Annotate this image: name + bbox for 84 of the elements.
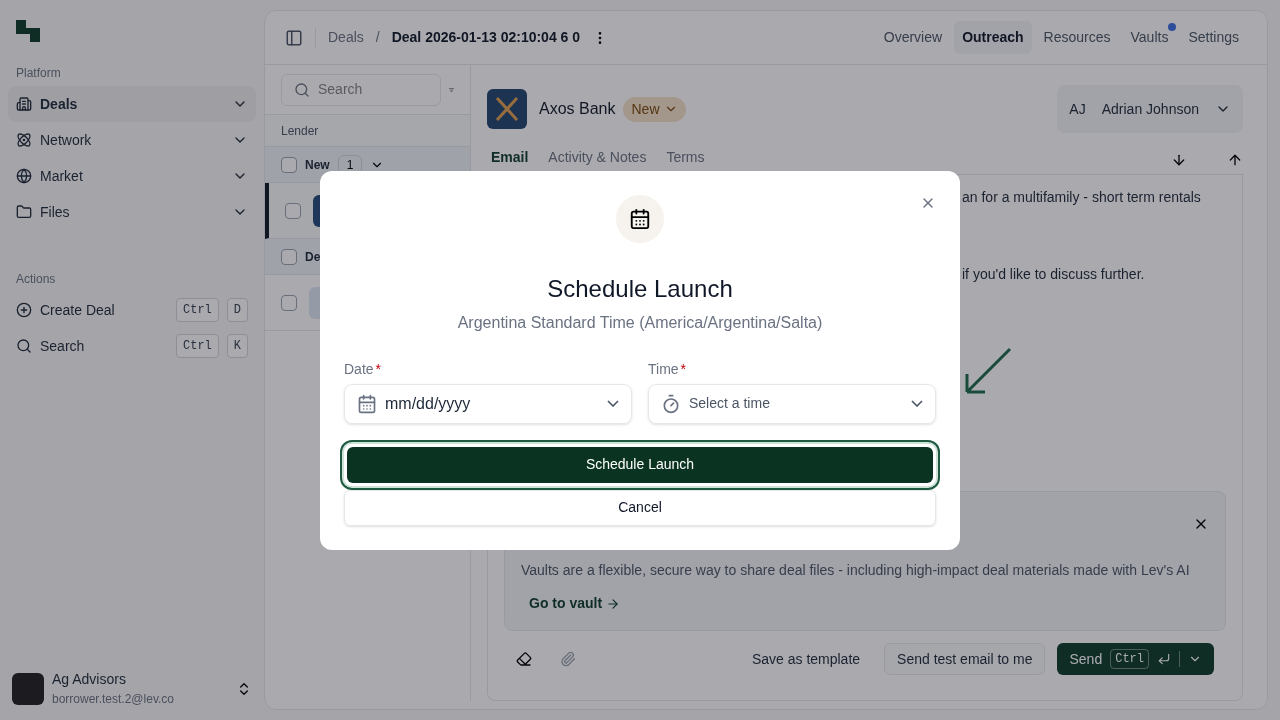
send-test-button[interactable]: Send test email to me bbox=[884, 643, 1046, 675]
key-cap: Ctrl bbox=[1110, 649, 1149, 669]
previous-icon[interactable] bbox=[1227, 152, 1243, 168]
account-avatar bbox=[12, 672, 44, 705]
item-label: Search bbox=[40, 336, 86, 356]
arrow-right-icon bbox=[606, 596, 621, 611]
modal-title: Schedule Launch bbox=[546, 273, 734, 304]
group-label: New bbox=[305, 156, 330, 174]
plus-icon bbox=[16, 302, 32, 318]
time-input[interactable]: Select a time bbox=[689, 393, 903, 414]
nav-tab[interactable]: Outreach bbox=[954, 21, 1032, 54]
calendar-icon bbox=[357, 393, 377, 414]
tab[interactable]: Email bbox=[491, 147, 529, 168]
sidebar-item[interactable]: Network bbox=[8, 122, 256, 158]
nav-icon bbox=[16, 168, 32, 184]
chevron-icon bbox=[607, 400, 619, 407]
key-cap: Ctrl bbox=[176, 298, 219, 322]
next-icon[interactable] bbox=[1171, 152, 1187, 168]
key-cap: D bbox=[226, 298, 248, 322]
lender-name: Axos Bank bbox=[539, 99, 616, 119]
cancel-button[interactable]: Cancel bbox=[344, 489, 936, 526]
item-label: Deals bbox=[40, 94, 79, 114]
checkbox[interactable] bbox=[285, 202, 301, 219]
item-label: Network bbox=[40, 130, 93, 150]
modal-subtitle: Argentina Standard Time (America/Argentina/Salta) bbox=[456, 312, 824, 333]
field-label: Date bbox=[344, 359, 374, 379]
sidebar-item[interactable]: Deals bbox=[8, 86, 256, 122]
breadcrumb-link[interactable]: Deals bbox=[328, 27, 364, 48]
search-icon bbox=[16, 338, 32, 354]
email-text: if you'd like to discuss further. bbox=[962, 265, 1145, 284]
chevron-icon bbox=[911, 400, 923, 407]
search-input[interactable]: Search bbox=[318, 79, 398, 100]
item-label: Files bbox=[40, 202, 71, 222]
schedule-launch-button[interactable]: Schedule Launch bbox=[347, 446, 933, 483]
group-label: De bbox=[305, 248, 321, 266]
save-template-link[interactable]: Save as template bbox=[751, 648, 861, 670]
section-title: Actions bbox=[15, 271, 57, 288]
vault-link[interactable]: Go to vault bbox=[529, 593, 621, 614]
nav-icon bbox=[16, 204, 32, 220]
field-label: Time bbox=[648, 359, 679, 379]
eraser-icon[interactable] bbox=[516, 651, 532, 667]
item-label: Market bbox=[40, 166, 84, 186]
nav-icon bbox=[16, 96, 32, 112]
sidebar-item[interactable]: Create Deal Ctrl D bbox=[8, 292, 256, 328]
send-button[interactable]: Send Ctrl bbox=[1057, 643, 1214, 675]
date-input[interactable]: mm/dd/yyyy bbox=[385, 391, 599, 416]
tab[interactable]: Activity & Notes bbox=[548, 147, 647, 168]
tab[interactable]: Terms bbox=[666, 147, 705, 168]
account-name: Ag Advisors bbox=[52, 670, 127, 689]
timer-icon bbox=[661, 393, 681, 414]
calendar-icon bbox=[629, 207, 651, 230]
page-title[interactable]: Deal 2026-01-13 02:10:04 6 0 bbox=[391, 27, 581, 48]
item-label: Create Deal bbox=[40, 300, 116, 320]
status-dropdown[interactable]: New bbox=[623, 96, 686, 122]
time-field[interactable]: Select a time bbox=[648, 383, 936, 424]
date-field[interactable]: mm/dd/yyyy bbox=[344, 383, 632, 424]
key-cap: Ctrl bbox=[176, 334, 219, 358]
assignee-dropdown[interactable]: AJ Adrian Johnson bbox=[1057, 85, 1243, 133]
sidebar-item[interactable]: Files bbox=[8, 194, 256, 230]
bank-logo-icon bbox=[487, 89, 527, 129]
required-mark: * bbox=[680, 359, 687, 379]
logo-icon bbox=[16, 20, 42, 44]
checkbox[interactable] bbox=[281, 248, 297, 265]
account-email: borrower.test.2@lev.co bbox=[52, 691, 175, 708]
section-title: Platform bbox=[15, 65, 62, 82]
nav-tab[interactable]: Vaults bbox=[1122, 21, 1177, 54]
nav-tab[interactable]: Overview bbox=[875, 21, 951, 54]
checkbox[interactable] bbox=[281, 294, 297, 311]
search-field[interactable]: Search bbox=[281, 73, 441, 106]
column-header: Lender bbox=[265, 115, 470, 147]
required-mark: * bbox=[375, 359, 382, 379]
nav-tab[interactable]: Settings bbox=[1180, 21, 1247, 54]
vault-text: Vaults are a flexible, secure way to share deal files - including high-impact deal materials made with Lev's AI bbox=[521, 561, 1191, 580]
key-cap: K bbox=[226, 334, 248, 358]
sidebar-item[interactable]: Search Ctrl K bbox=[8, 328, 256, 364]
nav-tab[interactable]: Resources bbox=[1035, 21, 1119, 54]
breadcrumb-separator: / bbox=[375, 28, 380, 47]
sidebar-toggle-icon[interactable] bbox=[285, 28, 303, 47]
search-icon bbox=[294, 81, 310, 98]
email-text: an for a multifamily - short term rentals bbox=[962, 188, 1201, 207]
nav-icon bbox=[16, 132, 32, 148]
sidebar-item[interactable]: Market bbox=[8, 158, 256, 194]
checkbox[interactable] bbox=[281, 156, 297, 173]
enter-key-icon bbox=[1157, 652, 1171, 666]
